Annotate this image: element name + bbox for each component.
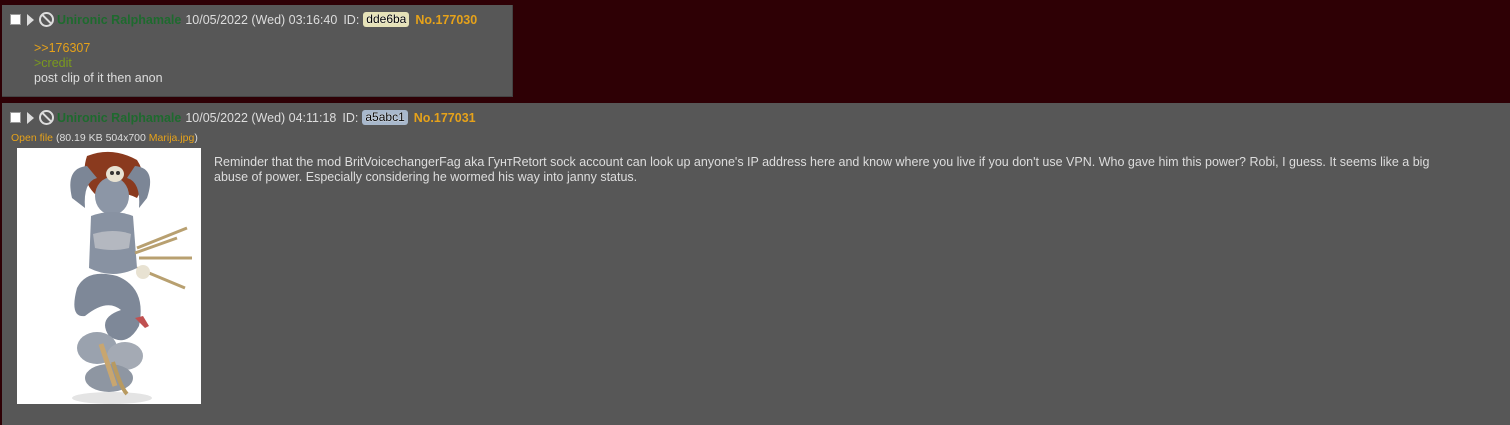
post-select-checkbox[interactable]: [10, 14, 21, 25]
thumbnail-illustration: [17, 148, 201, 404]
open-file-link[interactable]: Open file: [11, 132, 53, 144]
post-message: Reminder that the mod BritVoicechangerFa…: [214, 155, 1430, 184]
poster-name: Unironic Ralphamale: [57, 110, 182, 125]
expand-triangle-icon[interactable]: [27, 111, 34, 124]
post-header: Unironic Ralphamale 10/05/2022 (Wed) 04:…: [10, 110, 476, 125]
id-label: ID:: [342, 110, 359, 125]
post-177031: Unironic Ralphamale 10/05/2022 (Wed) 04:…: [2, 103, 1510, 425]
file-thumbnail[interactable]: [17, 148, 201, 404]
file-meta: (80.19 KB 504x700: [55, 132, 146, 144]
post-header: Unironic Ralphamale 10/05/2022 (Wed) 03:…: [10, 12, 477, 27]
hide-post-icon[interactable]: [39, 110, 54, 125]
poster-id-badge[interactable]: a5abc1: [362, 110, 408, 125]
post-number-link[interactable]: No.177031: [414, 111, 476, 125]
id-label: ID:: [343, 12, 360, 27]
greentext-line: >credit: [34, 56, 72, 70]
post-177030: Unironic Ralphamale 10/05/2022 (Wed) 03:…: [2, 5, 513, 97]
post-text-line: post clip of it then anon: [34, 71, 163, 85]
post-datetime: 10/05/2022 (Wed) 03:16:40: [185, 12, 338, 27]
post-body: >>176307 >credit post clip of it then an…: [34, 41, 163, 86]
quote-link[interactable]: >>176307: [34, 41, 163, 56]
post-datetime: 10/05/2022 (Wed) 04:11:18: [185, 110, 337, 125]
expand-triangle-icon[interactable]: [27, 13, 34, 26]
post-number-link[interactable]: No.177030: [415, 13, 477, 27]
poster-name: Unironic Ralphamale: [57, 12, 182, 27]
file-name-link[interactable]: Marija.jpg: [149, 132, 195, 144]
file-meta-close: ): [194, 132, 198, 144]
file-info: Open file (80.19 KB 504x700 Marija.jpg): [11, 132, 198, 144]
post-select-checkbox[interactable]: [10, 112, 21, 123]
hide-post-icon[interactable]: [39, 12, 54, 27]
poster-id-badge[interactable]: dde6ba: [363, 12, 410, 27]
